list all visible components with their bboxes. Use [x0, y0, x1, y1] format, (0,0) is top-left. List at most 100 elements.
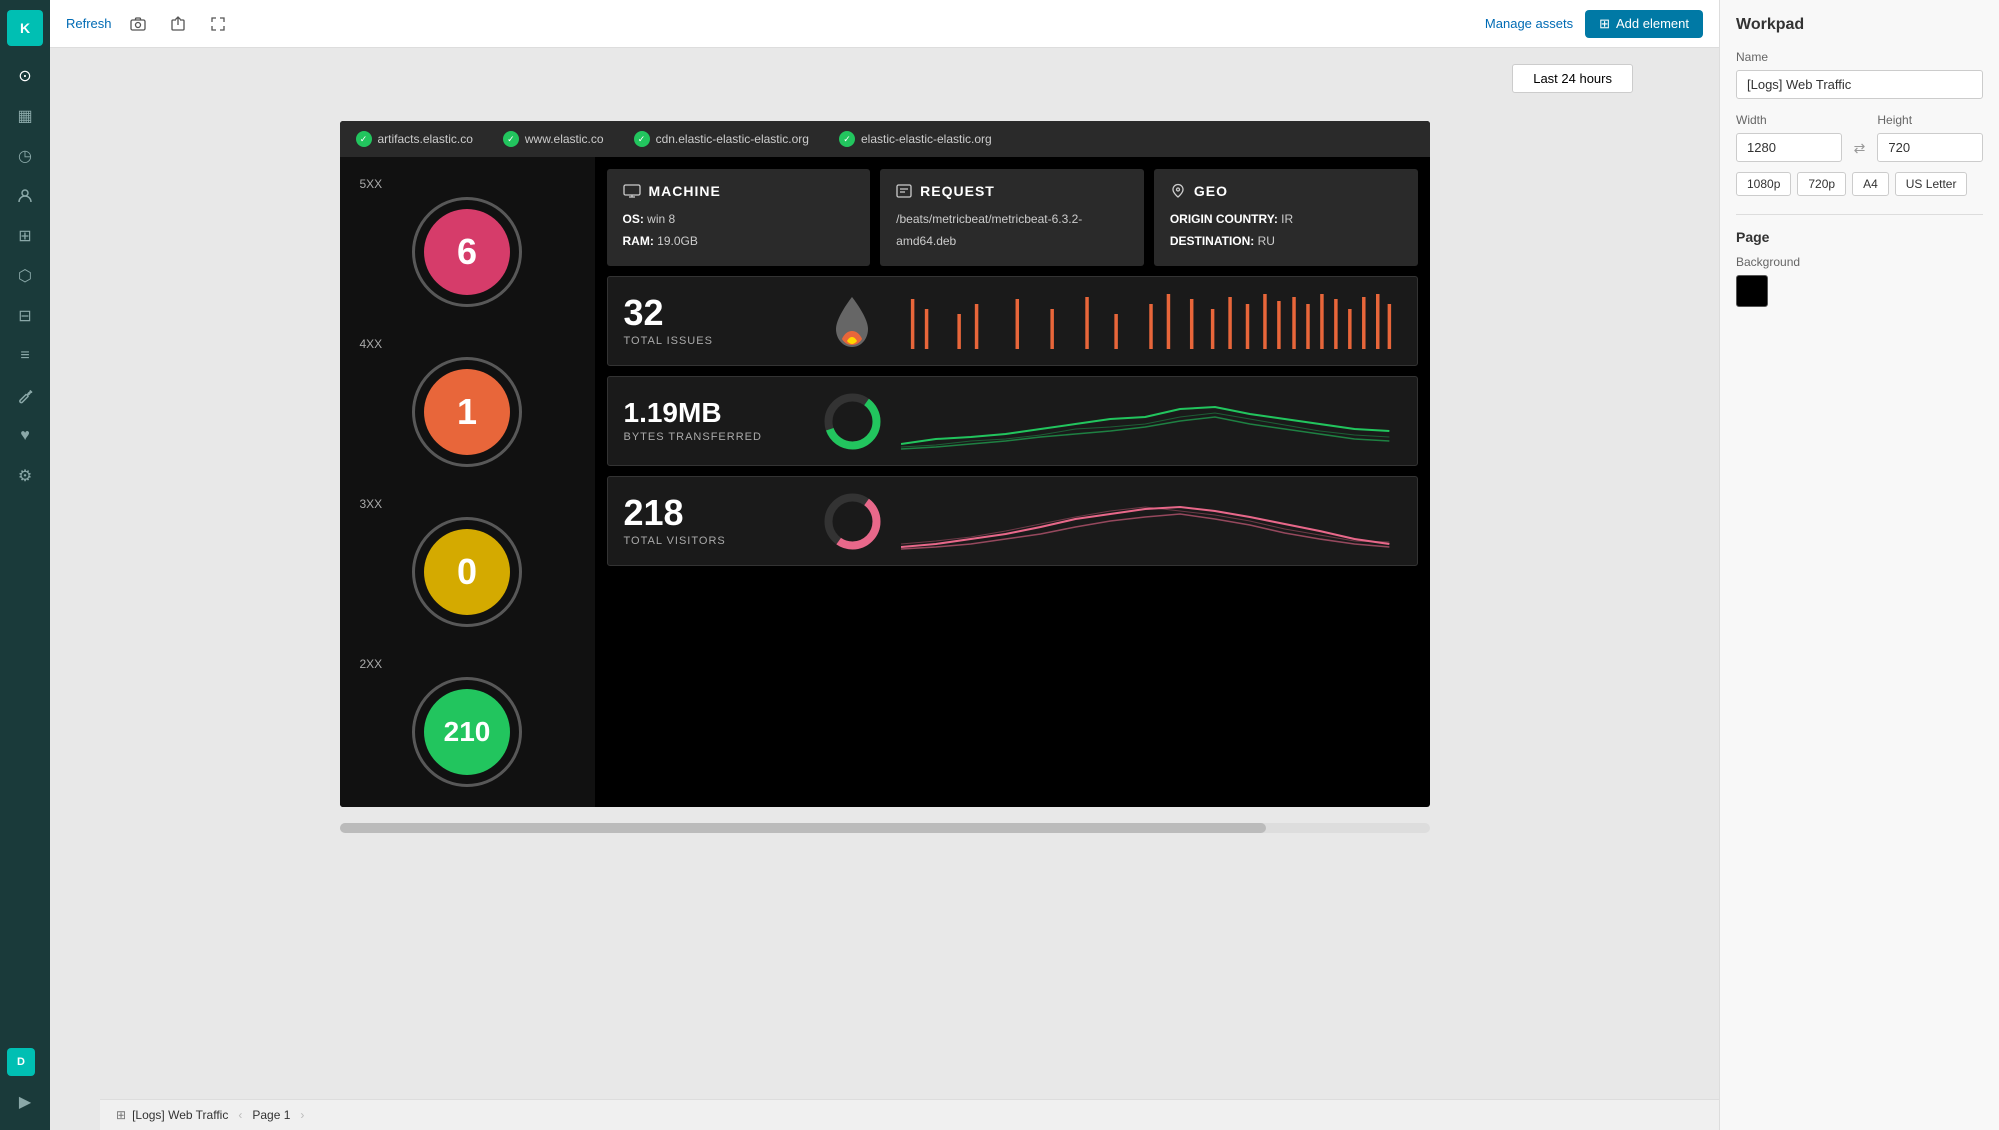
bytes-donut [820, 389, 885, 454]
sidebar-item-server[interactable]: ⊟ [7, 298, 43, 334]
status-url-2: www.elastic.co [525, 132, 604, 146]
preset-row: 1080p 720p A4 US Letter [1736, 172, 1983, 196]
circle-ring-3xx: 0 [412, 517, 522, 627]
sidebar-play-icon[interactable]: ▶ [7, 1084, 43, 1120]
status-url-4: elastic-elastic-elastic.org [861, 132, 992, 146]
canvas-area: Last 24 hours ✓ artifacts.elastic.co ✓ w… [50, 48, 1719, 1130]
page-section-title: Page [1736, 229, 1983, 245]
visitors-value: 218 [624, 495, 804, 531]
page-tabs: ⊞ [Logs] Web Traffic ‹ Page 1 › [116, 1108, 304, 1122]
machine-icon [623, 184, 641, 198]
sidebar-item-home[interactable]: ⊙ [7, 58, 43, 94]
workpad: ✓ artifacts.elastic.co ✓ www.elastic.co … [340, 121, 1430, 807]
screenshot-icon[interactable] [124, 10, 152, 38]
sidebar-item-list[interactable]: ≡ [7, 338, 43, 374]
fullscreen-icon[interactable] [204, 10, 232, 38]
name-input[interactable] [1736, 70, 1983, 99]
metric-row-visitors: 218 TOTAL VISITORS [607, 476, 1418, 566]
circle-value-2xx: 210 [424, 689, 510, 775]
bg-label: Background [1736, 255, 1983, 269]
geo-card-content: ORIGIN COUNTRY: IR DESTINATION: RU [1170, 209, 1402, 252]
sidebar-item-heart[interactable]: ♥ [7, 418, 43, 454]
status-url-3: cdn.elastic-elastic-elastic.org [656, 132, 809, 146]
geo-icon [1170, 183, 1186, 199]
machine-card-content: OS: win 8 RAM: 19.0GB [623, 209, 855, 252]
circle-item-2xx: 2XX 210 [360, 657, 575, 787]
status-item-2: ✓ www.elastic.co [503, 131, 604, 147]
bytes-chart [901, 389, 1401, 454]
height-col: Height [1877, 113, 1983, 162]
name-label: Name [1736, 50, 1983, 64]
metric-row-bytes: 1.19MB BYTES TRANSFERRED [607, 376, 1418, 466]
circle-label-5xx: 5XX [360, 177, 383, 191]
circle-label-2xx: 2XX [360, 657, 383, 671]
status-dot-4: ✓ [839, 131, 855, 147]
preset-1080p[interactable]: 1080p [1736, 172, 1791, 196]
width-col: Width [1736, 113, 1842, 162]
metric-row-issues: 32 TOTAL ISSUES [607, 276, 1418, 366]
issues-chart [901, 289, 1401, 354]
sidebar-item-clock[interactable]: ◷ [7, 138, 43, 174]
request-card-content: /beats/metricbeat/metricbeat-6.3.2-amd64… [896, 209, 1128, 252]
circle-ring-5xx: 6 [412, 197, 522, 307]
height-label: Height [1877, 113, 1983, 127]
refresh-button[interactable]: Refresh [66, 16, 112, 31]
preset-a4[interactable]: A4 [1852, 172, 1889, 196]
preset-720p[interactable]: 720p [1797, 172, 1846, 196]
visitors-chart [901, 489, 1401, 554]
circle-value-4xx: 1 [424, 369, 510, 455]
preset-us-letter[interactable]: US Letter [1895, 172, 1968, 196]
circle-value-3xx: 0 [424, 529, 510, 615]
issues-value-section: 32 TOTAL ISSUES [624, 295, 804, 347]
geo-card-title: GEO [1170, 183, 1402, 199]
workpad-content: 5XX 6 4XX 1 3XX [340, 157, 1430, 807]
issues-value: 32 [624, 295, 804, 331]
sidebar: K ⊙ ▦ ◷ ⊞ ⬡ ⊟ ≡ ♥ ⚙ D ▶ [0, 0, 50, 1130]
sidebar-item-barchart[interactable]: ▦ [7, 98, 43, 134]
page-number: Page 1 [252, 1108, 290, 1122]
workpad-tab-name: [Logs] Web Traffic [132, 1108, 228, 1122]
bg-color-swatch[interactable] [1736, 275, 1768, 307]
sidebar-item-wrench[interactable] [7, 378, 43, 414]
info-card-machine: MACHINE OS: win 8 RAM: 19.0GB [607, 169, 871, 266]
circle-ring-4xx: 1 [412, 357, 522, 467]
dimension-row: Width ⇄ Height [1736, 113, 1983, 162]
logo[interactable]: K [7, 10, 43, 46]
sidebar-item-user[interactable] [7, 178, 43, 214]
sidebar-badge[interactable]: D [7, 1048, 35, 1076]
properties-title: Workpad [1736, 16, 1983, 34]
request-card-title: REQUEST [896, 183, 1128, 199]
machine-card-title: MACHINE [623, 183, 855, 199]
circle-item-4xx: 4XX 1 [360, 337, 575, 467]
status-item-1: ✓ artifacts.elastic.co [356, 131, 473, 147]
info-cards: MACHINE OS: win 8 RAM: 19.0GB REQUES [607, 169, 1418, 266]
status-dot-1: ✓ [356, 131, 372, 147]
width-input[interactable] [1736, 133, 1842, 162]
add-element-icon: ⊞ [1599, 16, 1610, 32]
manage-assets-button[interactable]: Manage assets [1485, 16, 1573, 31]
sidebar-item-puzzle[interactable]: ⬡ [7, 258, 43, 294]
circle-label-4xx: 4XX [360, 337, 383, 351]
time-selector[interactable]: Last 24 hours [1512, 64, 1633, 93]
sidebar-item-settings[interactable]: ⚙ [7, 458, 43, 494]
status-url-1: artifacts.elastic.co [378, 132, 473, 146]
sidebar-item-dashboard[interactable]: ⊞ [7, 218, 43, 254]
circle-ring-2xx: 210 [412, 677, 522, 787]
issues-label: TOTAL ISSUES [624, 335, 804, 347]
share-icon[interactable] [164, 10, 192, 38]
add-element-button[interactable]: ⊞ Add element [1585, 10, 1703, 38]
right-panel: MACHINE OS: win 8 RAM: 19.0GB REQUES [595, 157, 1430, 807]
topbar: Refresh Manage assets ⊞ Add element [50, 0, 1719, 48]
visitors-donut [820, 489, 885, 554]
status-dot-3: ✓ [634, 131, 650, 147]
status-dot-2: ✓ [503, 131, 519, 147]
info-card-request: REQUEST /beats/metricbeat/metricbeat-6.3… [880, 169, 1144, 266]
request-icon [896, 184, 912, 198]
circle-label-3xx: 3XX [360, 497, 383, 511]
visitors-label: TOTAL VISITORS [624, 535, 804, 547]
properties-panel: Workpad Name Width ⇄ Height 1080p 720p A… [1719, 0, 1999, 1130]
height-input[interactable] [1877, 133, 1983, 162]
link-dimensions-icon[interactable]: ⇄ [1854, 113, 1866, 162]
main-area: Refresh Manage assets ⊞ Add element Last… [50, 0, 1719, 1130]
horizontal-scrollbar[interactable] [340, 823, 1430, 833]
